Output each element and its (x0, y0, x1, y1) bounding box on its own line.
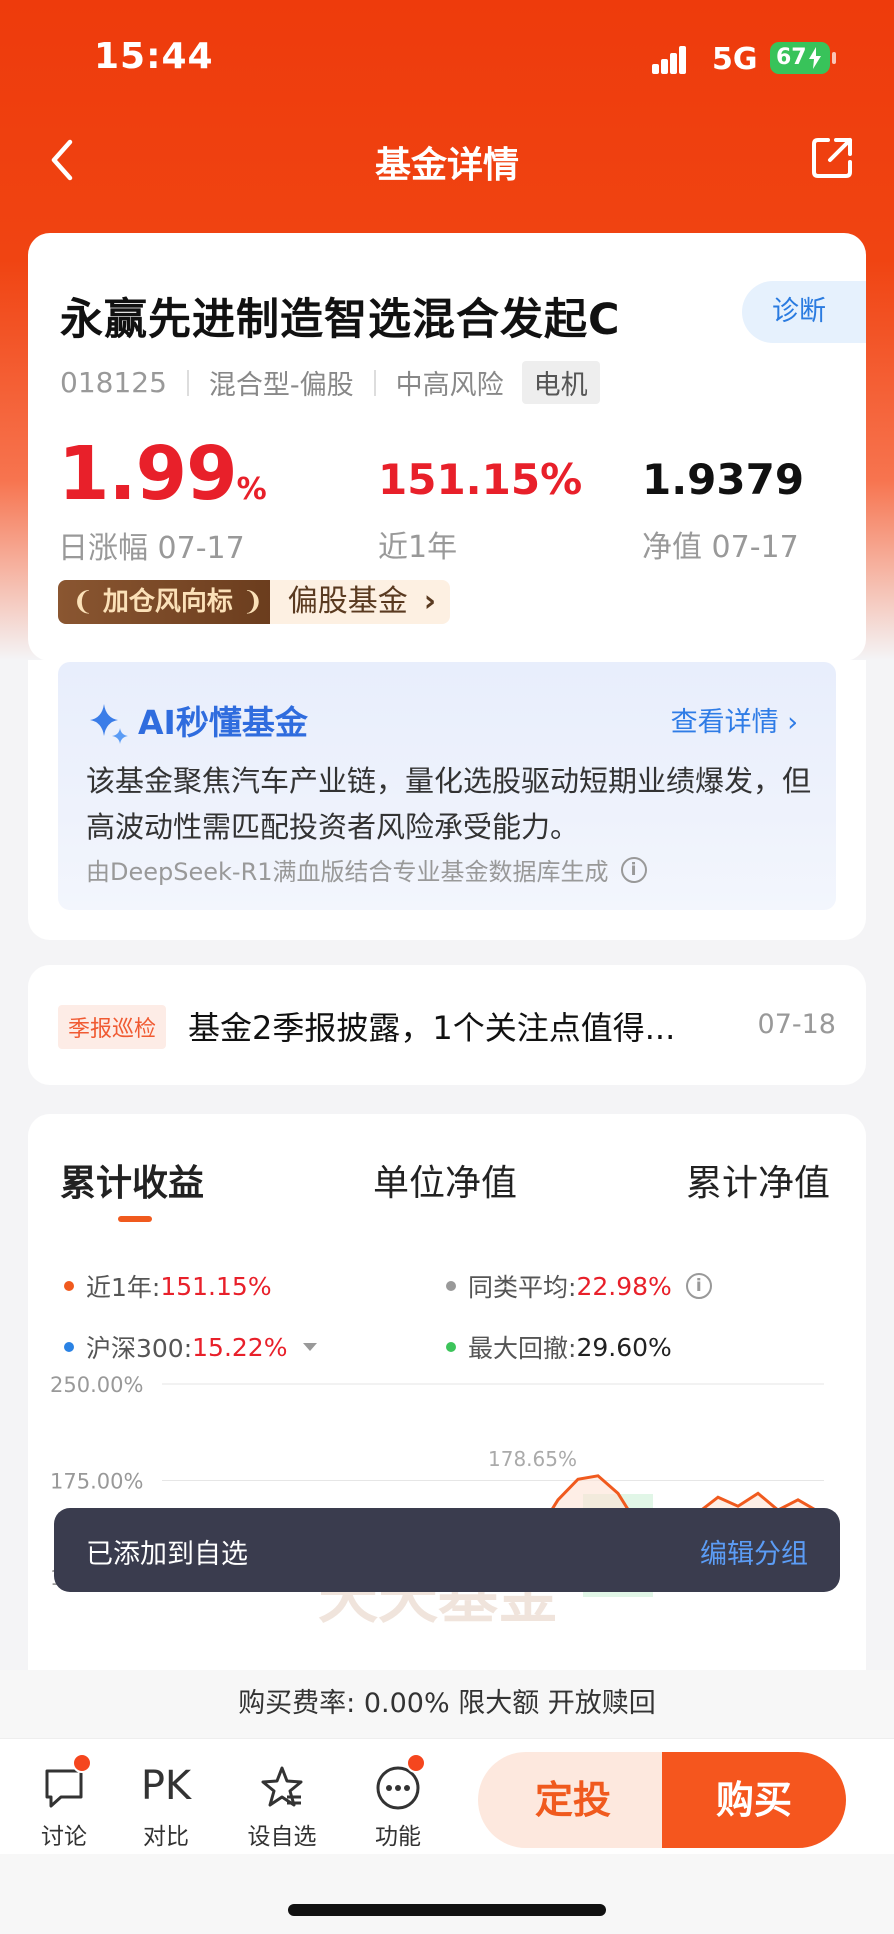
legend-fund: 近1年: 151.15% (64, 1268, 272, 1304)
diagnose-button[interactable]: 诊断 (742, 281, 866, 343)
news-title: 基金2季报披露，1个关注点值得... (188, 1009, 676, 1047)
divider (373, 369, 376, 396)
fund-code: 018125 (60, 366, 167, 399)
one-year-return-label: 近1年 (378, 530, 458, 565)
signal-badge[interactable]: ❨ 加仓风向标 ❩ 偏股基金 › (58, 579, 451, 625)
nav-bar: 基金详情 (0, 120, 894, 200)
news-tag: 季报巡检 (58, 1005, 167, 1049)
signal-icon (652, 46, 696, 74)
toast: 已添加到自选 编辑分组 (54, 1508, 840, 1592)
fund-name: 永赢先进制造智选混合发起C (60, 295, 621, 345)
sector-tag[interactable]: 电机 (521, 361, 600, 404)
one-year-return-value: 151.15% (378, 455, 583, 504)
discuss-label: 讨论 (41, 1824, 87, 1850)
legend-index[interactable]: 沪深300: 15.22% (64, 1329, 318, 1365)
legend-dot (64, 1281, 74, 1291)
status-bar: 15:44 5G 67 (0, 0, 894, 120)
more-functions-label: 功能 (375, 1824, 421, 1850)
one-year-return-stat: 151.15% 近1年 (378, 455, 582, 566)
chevron-right-icon: › (423, 584, 437, 619)
status-time: 15:44 (94, 36, 214, 77)
nav-value: 1.9379 (642, 455, 805, 504)
y-tick-label: 250.00% (50, 1373, 143, 1397)
edit-group-link[interactable]: 编辑分组 (700, 1532, 808, 1571)
compare-button[interactable]: PK 对比 (126, 1761, 206, 1851)
legend-peer-average: 同类平均: 22.98% i (446, 1268, 712, 1304)
notification-dot (72, 1753, 92, 1773)
tab-cumulative-return[interactable]: 累计收益 (60, 1154, 204, 1206)
chart-tabs: 累计收益 单位净值 累计净值 (28, 1154, 866, 1214)
sparkle-icon (90, 704, 128, 744)
compare-label: 对比 (143, 1824, 189, 1850)
badge-primary: ❨ 加仓风向标 ❩ (58, 580, 278, 624)
nav-label: 净值 07-17 (642, 530, 799, 565)
info-icon[interactable]: i (620, 856, 647, 883)
ai-summary-title: AI秒懂基金 (138, 703, 308, 742)
daily-change-value: 1.99% (58, 431, 267, 517)
network-type: 5G (712, 42, 758, 77)
add-watchlist-label: 设自选 (247, 1824, 317, 1850)
active-tab-indicator (118, 1216, 152, 1222)
fund-summary-card: 永赢先进制造智选混合发起C 诊断 018125 混合型-偏股 中高风险 电机 1… (28, 233, 866, 661)
bottom-action-bar: 讨论 PK 对比 设自选 功能 定投 购买 (0, 1738, 894, 1854)
discuss-button[interactable]: 讨论 (24, 1753, 104, 1851)
legend-dot (64, 1342, 74, 1352)
home-indicator[interactable] (288, 1904, 606, 1916)
battery-icon: 67 (770, 42, 836, 74)
nav-stat: 1.9379 净值 07-17 (642, 455, 804, 566)
more-functions-button[interactable]: 功能 (358, 1753, 438, 1851)
fund-type: 混合型-偏股 (208, 370, 354, 401)
share-icon[interactable] (808, 134, 856, 182)
home-indicator-area (0, 1854, 894, 1934)
fee-info: 购买费率: 0.00% 限大额 开放赎回 (0, 1670, 894, 1738)
battery-level: 67 (776, 45, 807, 70)
buy-button[interactable]: 购买 (662, 1752, 846, 1848)
legend-dot (446, 1281, 456, 1291)
legend-max-drawdown: 最大回撤: 29.60% (446, 1329, 672, 1365)
divider (186, 369, 189, 396)
daily-change-label: 日涨幅 07-17 (58, 531, 245, 566)
news-date: 07-18 (757, 1009, 836, 1040)
info-icon[interactable]: i (685, 1273, 712, 1299)
badge-secondary: 偏股基金 › (269, 580, 451, 624)
ai-summary-section: AI秒懂基金 查看详情 › 该基金聚焦汽车产业链，量化选股驱动短期业绩爆发，但高… (28, 660, 866, 940)
star-add-icon (261, 1766, 303, 1807)
ai-summary-text: 该基金聚焦汽车产业链，量化选股驱动短期业绩爆发，但高波动性需匹配投资者风险承受能… (86, 764, 812, 844)
pk-icon: PK (140, 1763, 192, 1809)
legend-dot (446, 1342, 456, 1352)
caret-down-icon (303, 1343, 318, 1351)
auto-invest-button[interactable]: 定投 (478, 1752, 668, 1848)
daily-change-stat: 1.99% 日涨幅 07-17 (58, 431, 267, 567)
ai-more-link[interactable]: 查看详情 › (671, 700, 798, 739)
fund-meta: 018125 混合型-偏股 中高风险 电机 (60, 361, 600, 404)
toast-message: 已添加到自选 (86, 1539, 248, 1570)
news-item[interactable]: 季报巡检 基金2季报披露，1个关注点值得... 07-18 (28, 965, 866, 1085)
add-watchlist-button[interactable]: 设自选 (242, 1761, 322, 1851)
y-tick-label: 175.00% (50, 1470, 143, 1494)
notification-dot (406, 1753, 426, 1773)
tab-cumulative-nav[interactable]: 累计净值 (686, 1154, 830, 1206)
page-title: 基金详情 (374, 145, 519, 186)
risk-level: 中高风险 (395, 370, 504, 401)
ai-summary-box[interactable]: AI秒懂基金 查看详情 › 该基金聚焦汽车产业链，量化选股驱动短期业绩爆发，但高… (58, 662, 836, 910)
ai-source-note: 由DeepSeek-R1满血版结合专业基金数据库生成 i (86, 852, 647, 887)
peak-annotation: 178.65% (488, 1447, 577, 1471)
tab-unit-nav[interactable]: 单位净值 (373, 1154, 517, 1206)
